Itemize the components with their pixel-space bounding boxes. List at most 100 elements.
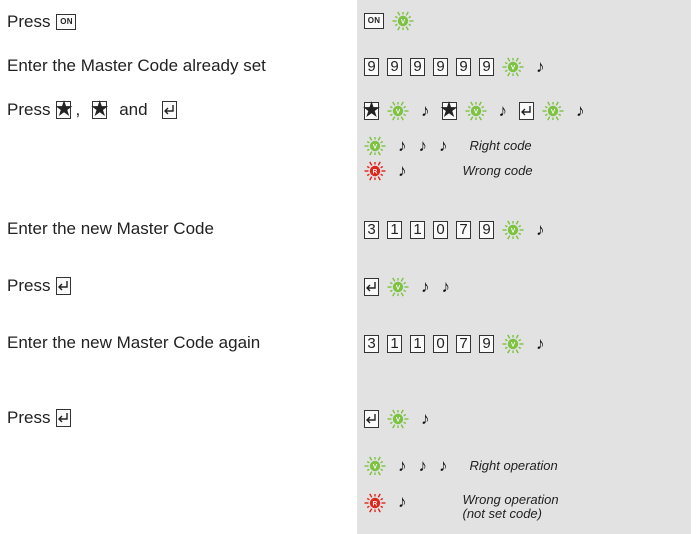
seq-new-code-again: 3 1 1 0 7 9 V ♪	[364, 333, 557, 355]
svg-text:R: R	[373, 501, 378, 508]
beep-note-icon: ♪	[536, 220, 545, 239]
digit-key: 3	[364, 221, 379, 239]
digit-key: 1	[387, 335, 402, 353]
seq-enter: V ♪ ♪	[364, 276, 462, 298]
svg-text:V: V	[473, 109, 478, 116]
digit-key: 7	[456, 221, 471, 239]
seq-enter-final: V ♪	[364, 408, 442, 430]
red-led-icon: R	[364, 160, 386, 182]
red-led-icon: R	[364, 492, 386, 514]
svg-text:V: V	[373, 144, 378, 151]
green-led-icon: V	[364, 455, 386, 477]
beep-note-icon: ♪	[576, 101, 585, 120]
on-key-icon: ON	[364, 13, 384, 29]
enter-key-icon	[364, 410, 379, 428]
green-led-icon: V	[502, 219, 524, 241]
step-text: Press	[7, 276, 51, 295]
digit-key: 9	[410, 58, 425, 76]
beep-note-icon: ♪	[439, 456, 448, 475]
beep-note-icon: ♪	[398, 136, 407, 155]
wrong-operation-label: Wrong operation (not set code)	[462, 492, 559, 521]
step-text: Press	[7, 408, 51, 427]
step-text: Press	[7, 12, 51, 31]
seq-right-operation: V ♪ ♪ ♪ Right operation	[364, 455, 558, 477]
enter-key-icon	[56, 277, 72, 295]
green-led-icon: V	[392, 10, 414, 32]
green-led-icon: V	[465, 100, 487, 122]
digit-key: 1	[410, 221, 425, 239]
seq-wrong-operation: R ♪ Wrong operation (not set code)	[364, 492, 559, 521]
step-enter-new-master-code-again: Enter the new Master Code again	[7, 333, 260, 353]
green-led-icon: V	[387, 408, 409, 430]
beep-note-icon: ♪	[421, 277, 430, 296]
beep-note-icon: ♪	[398, 161, 407, 180]
svg-text:V: V	[396, 285, 401, 292]
beep-note-icon: ♪	[421, 409, 430, 428]
seq-new-code: 3 1 1 0 7 9 V ♪	[364, 219, 557, 241]
beep-note-icon: ♪	[498, 101, 508, 120]
step-enter-new-master-code: Enter the new Master Code	[7, 219, 214, 239]
and-text: and	[119, 100, 148, 119]
enter-key-icon	[519, 102, 534, 120]
svg-text:V: V	[396, 109, 401, 116]
seq-wrong-code: R ♪ Wrong code	[364, 160, 533, 182]
comma-text: ,	[75, 100, 81, 119]
right-operation-label: Right operation	[469, 458, 558, 473]
digit-key: 0	[433, 335, 448, 353]
green-led-icon: V	[502, 56, 524, 78]
beep-note-icon: ♪	[439, 136, 448, 155]
digit-key: 9	[456, 58, 471, 76]
step-enter-master-code: Enter the Master Code already set	[7, 56, 266, 76]
green-led-icon: V	[502, 333, 524, 355]
digit-key: 1	[410, 335, 425, 353]
seq-right-code: V ♪ ♪ ♪ Right code	[364, 135, 532, 157]
digit-key: 9	[479, 58, 494, 76]
enter-key-icon	[56, 409, 72, 427]
green-led-icon: V	[387, 100, 409, 122]
svg-text:V: V	[551, 109, 556, 116]
on-key-icon: ON	[56, 14, 77, 30]
right-code-label: Right code	[469, 138, 532, 153]
step-press-enter-final: Press	[7, 408, 75, 428]
star-key-icon: ★	[55, 99, 73, 120]
seq-old-code: 9 9 9 9 9 9 V ♪	[364, 56, 557, 78]
digit-key: 9	[479, 335, 494, 353]
digit-key: 7	[456, 335, 471, 353]
beep-note-icon: ♪	[441, 277, 451, 296]
digit-key: 9	[364, 58, 379, 76]
step-press-star-star-enter: Press ★ , ★ and	[7, 100, 181, 120]
digit-key: 9	[433, 58, 448, 76]
beep-note-icon: ♪	[418, 456, 428, 475]
svg-text:V: V	[511, 228, 516, 235]
svg-text:V: V	[511, 65, 516, 72]
enter-key-icon	[364, 278, 379, 296]
digit-key: 9	[479, 221, 494, 239]
seq-on: ON V	[364, 10, 426, 32]
step-text: Enter the new Master Code again	[7, 333, 261, 352]
svg-text:R: R	[373, 169, 378, 176]
seq-star-star-enter: ★ V ♪ ★ V ♪ V ♪	[362, 100, 597, 122]
step-text: Press	[7, 100, 51, 119]
green-led-icon: V	[542, 100, 564, 122]
step-text: Enter the Master Code already set	[7, 56, 266, 75]
beep-note-icon: ♪	[398, 492, 407, 511]
beep-note-icon: ♪	[418, 136, 428, 155]
svg-text:V: V	[511, 342, 516, 349]
green-led-icon: V	[387, 276, 409, 298]
beep-note-icon: ♪	[398, 456, 407, 475]
svg-text:V: V	[401, 19, 406, 26]
step-text: Enter the new Master Code	[7, 219, 214, 238]
digit-key: 1	[387, 221, 402, 239]
star-key-icon: ★	[440, 100, 458, 121]
beep-note-icon: ♪	[421, 101, 430, 120]
enter-key-icon	[161, 101, 177, 119]
feedback-panel	[357, 0, 691, 534]
svg-text:V: V	[373, 464, 378, 471]
svg-text:V: V	[396, 417, 401, 424]
step-press-on: Press ON	[7, 12, 80, 32]
star-key-icon: ★	[362, 100, 381, 121]
star-key-icon: ★	[91, 99, 109, 120]
beep-note-icon: ♪	[536, 334, 545, 353]
digit-key: 0	[433, 221, 448, 239]
step-press-enter: Press	[7, 276, 75, 296]
